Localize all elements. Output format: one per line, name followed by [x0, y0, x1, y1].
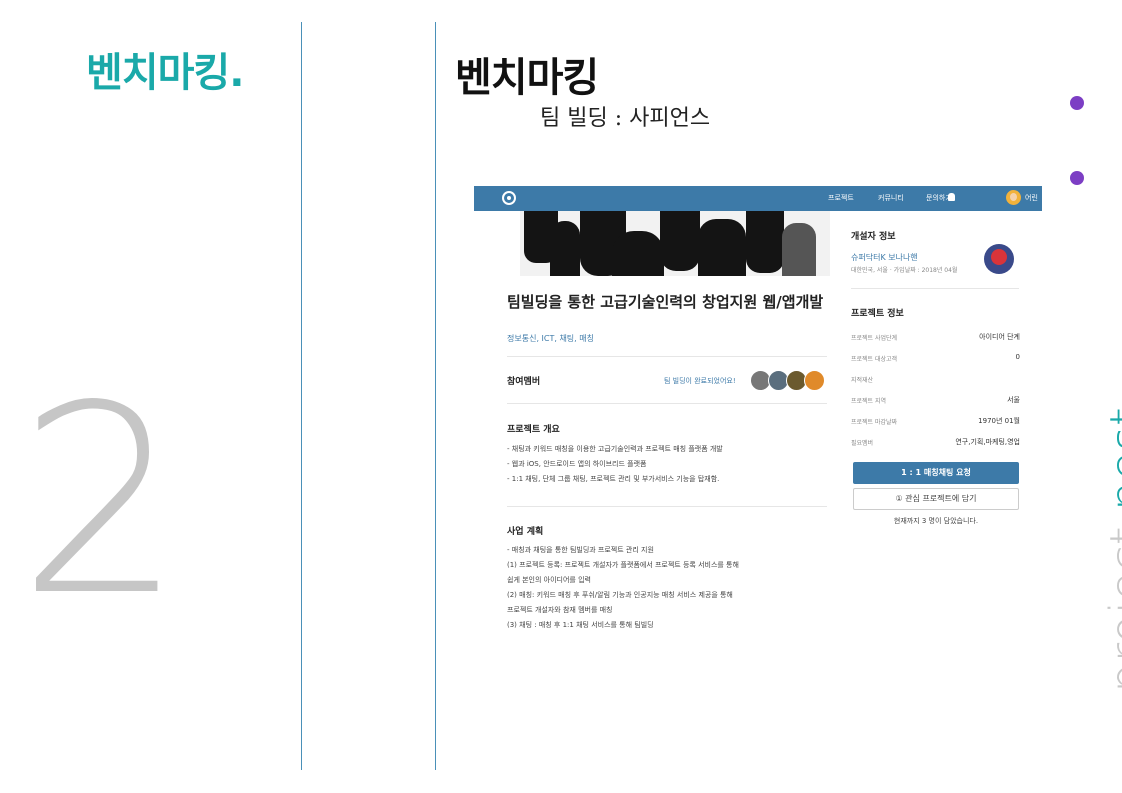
divider-left	[301, 22, 302, 770]
plan-line: (2) 매칭: 키워드 매칭 후 푸쉬/알림 기능과 인공지능 매칭 서비스 제…	[507, 591, 733, 599]
developer-avatar[interactable]	[984, 244, 1014, 274]
overview-line: - 웹과 iOS, 안드로이드 앱의 하이브리드 플랫폼	[507, 460, 647, 468]
match-chat-request-button[interactable]: 1 : 1 매칭채팅 요청	[853, 462, 1019, 484]
divider	[507, 356, 827, 357]
members-status: 팀 빌딩이 완료되었어요!	[664, 377, 736, 385]
slide-title: 벤치마킹	[455, 54, 599, 101]
info-label: 프로젝트 사업단계	[851, 335, 898, 342]
project-info-title: 프로젝트 정보	[851, 309, 904, 319]
nav-item-project[interactable]: 프로젝트	[828, 193, 854, 203]
favorite-count: 현재까지 3 명이 담았습니다.	[893, 517, 979, 525]
project-title: 팀빌딩을 통한 고급기술인력의 창업지원 웹/앱개발	[507, 293, 824, 311]
side-title: 벤치마킹.	[86, 50, 244, 96]
overview-line: - 채팅과 키워드 매칭을 이용한 고급기술인력과 프로젝트 매칭 플랫폼 개발	[507, 445, 723, 453]
add-favorite-button[interactable]: ① 관심 프로젝트에 담기	[853, 488, 1019, 510]
overview-line: - 1:1 채팅, 단체 그룹 채팅, 프로젝트 관리 및 부가서비스 기능을 …	[507, 475, 720, 483]
developer-location: 대한민국, 서울 · 가입날짜 : 2018년 04월	[851, 267, 958, 274]
project-tags[interactable]: 정보통신, ICT, 채팅, 매칭	[507, 333, 594, 344]
plan-line: (3) 채팅 : 매칭 후 1:1 채팅 서비스를 통해 팀빌딩	[507, 621, 654, 629]
plan-line: 프로젝트 개설자와 참재 멤버를 매칭	[507, 606, 613, 614]
divider	[507, 506, 827, 507]
plan-line: 쉽게 본인의 아이디어를 입력	[507, 576, 591, 584]
navbar: 프로젝트 커뮤니티 문의하기 어린	[474, 186, 1042, 211]
info-label: 필요멤버	[851, 440, 874, 447]
info-value: 연구,기획,마케팅,영업	[955, 438, 1020, 446]
info-value: 0	[1015, 353, 1020, 361]
info-label: 프로젝트 지역	[851, 398, 887, 405]
nav-item-community[interactable]: 커뮤니티	[878, 193, 904, 203]
slide-subtitle: 팀 빌딩 : 사피언스	[540, 106, 711, 131]
user-avatar[interactable]	[1006, 190, 1021, 205]
plan-line: - 매칭과 채팅을 통한 팀빌딩과 프로젝트 관리 지원	[507, 546, 654, 554]
benchmark-screenshot: 프로젝트 커뮤니티 문의하기 어린 팀빌딩을 통한 고급기술인력의 창업지원 웹…	[474, 186, 1042, 651]
developer-info-title: 개설자 정보	[851, 232, 896, 242]
plan-title: 사업 계획	[507, 527, 544, 537]
info-label: 프로젝트 대상고객	[851, 356, 898, 363]
member-avatar[interactable]	[804, 370, 825, 391]
info-label: 프로젝트 마감날짜	[851, 419, 898, 426]
vertical-label: project nest	[1100, 407, 1122, 693]
plan-line: (1) 프로젝트 등록: 프로젝트 개설자가 플랫폼에서 프로젝트 등록 서비스…	[507, 561, 739, 569]
members-label: 참여멤버	[507, 377, 541, 387]
developer-name[interactable]: 슈퍼닥터K 보나나핸	[851, 252, 918, 263]
info-value: 1970년 01월	[978, 417, 1020, 425]
divider	[507, 403, 827, 404]
logo-icon[interactable]	[502, 191, 516, 205]
divider-right	[435, 22, 436, 770]
project-hero-image	[520, 211, 830, 276]
section-number: 2	[18, 351, 184, 653]
info-label: 지적재산	[851, 377, 874, 384]
info-value: 아이디어 단계	[979, 333, 1020, 341]
overview-title: 프로젝트 개요	[507, 425, 560, 435]
bullet-dot-icon	[1070, 171, 1084, 185]
bullet-dot-icon	[1070, 96, 1084, 110]
user-name[interactable]: 어린	[1025, 193, 1038, 203]
divider	[851, 288, 1019, 289]
bell-icon[interactable]	[948, 193, 955, 201]
info-value: 서울	[1007, 396, 1020, 404]
